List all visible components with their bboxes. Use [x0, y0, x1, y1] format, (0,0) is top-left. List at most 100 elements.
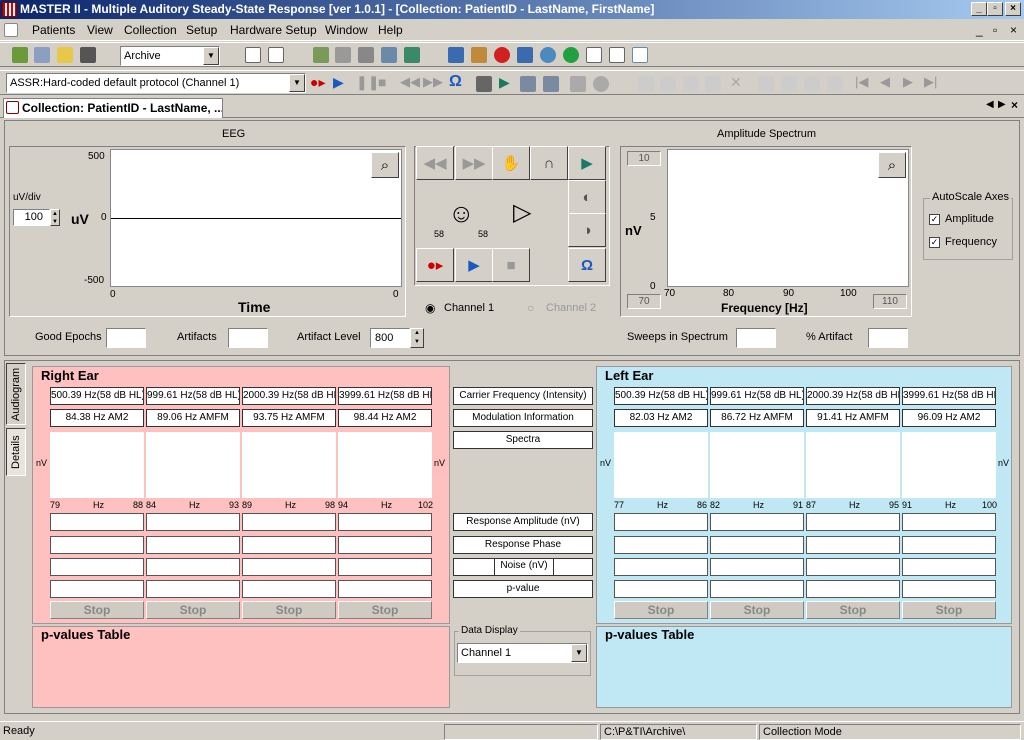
rewind-button[interactable]: ◀◀: [416, 146, 454, 180]
play-icon[interactable]: ▶: [333, 74, 344, 91]
menu-collection[interactable]: Collection: [124, 23, 177, 37]
refresh-icon[interactable]: [593, 76, 609, 92]
tab-close-icon[interactable]: ×: [1011, 98, 1018, 112]
eeg-zoom-icon[interactable]: ⌕: [371, 152, 399, 178]
forward-icon[interactable]: ▶▶: [423, 74, 443, 90]
ear-left-icon[interactable]: [520, 76, 536, 92]
timer-icon[interactable]: [540, 47, 556, 63]
stop-button[interactable]: ■: [492, 248, 530, 282]
ear-right-icon[interactable]: [543, 76, 559, 92]
close-button[interactable]: ×: [1005, 2, 1021, 16]
ear-right-button[interactable]: ◑: [568, 213, 606, 247]
edit-icon[interactable]: [638, 76, 654, 92]
spectrum-x-min-box[interactable]: 70: [627, 294, 661, 309]
tab-audiogram[interactable]: Audiogram: [6, 363, 26, 425]
left-stop-button-4[interactable]: Stop: [902, 601, 996, 619]
spectrum-x-max-box[interactable]: 110: [873, 294, 907, 309]
flag3-icon[interactable]: [804, 76, 820, 92]
check-icon[interactable]: [563, 47, 579, 63]
settings-icon[interactable]: [404, 47, 420, 63]
right-stop-button-3[interactable]: Stop: [242, 601, 336, 619]
protocol-combo[interactable]: ASSR:Hard-coded default protocol (Channe…: [6, 73, 306, 93]
flag4-icon[interactable]: [827, 76, 843, 92]
play-green-icon[interactable]: ▶: [499, 74, 510, 91]
delete-icon[interactable]: ✕: [730, 74, 742, 91]
page-icon[interactable]: [245, 47, 261, 63]
pct-artifact-field[interactable]: [868, 328, 908, 348]
menu-patients[interactable]: Patients: [32, 23, 75, 37]
network-icon[interactable]: [448, 47, 464, 63]
tab-prev-icon[interactable]: ◀: [986, 99, 994, 110]
play-button[interactable]: ▶: [568, 146, 606, 180]
left-stop-button-3[interactable]: Stop: [806, 601, 900, 619]
uv-div-input[interactable]: 100: [13, 209, 50, 226]
archive-combo[interactable]: Archive ▼: [120, 46, 220, 66]
menu-window[interactable]: Window: [325, 23, 368, 37]
last-icon[interactable]: ▶|: [924, 74, 937, 90]
checklist-icon[interactable]: [586, 47, 602, 63]
protocol-icon[interactable]: [471, 47, 487, 63]
folder-icon[interactable]: [57, 47, 73, 63]
ear-left-button[interactable]: ◐: [568, 180, 606, 214]
child-minimize-button[interactable]: _: [976, 23, 983, 37]
forward-button[interactable]: ▶▶: [455, 146, 493, 180]
tab-details[interactable]: Details: [6, 428, 26, 476]
record-button[interactable]: ●▸: [416, 248, 454, 282]
amplitude-checkbox[interactable]: ✓: [929, 214, 940, 225]
report-icon[interactable]: [632, 47, 648, 63]
data-display-combo[interactable]: Channel 1 ▼: [457, 643, 588, 663]
right-stop-button-2[interactable]: Stop: [146, 601, 240, 619]
artifact-level-spinner[interactable]: ▲ ▼: [410, 328, 424, 348]
child-restore-button[interactable]: ▫: [993, 23, 997, 37]
spectrum-y-top[interactable]: 10: [627, 151, 661, 166]
prev-icon[interactable]: ◀: [880, 74, 890, 90]
open-patient-icon[interactable]: [12, 47, 28, 63]
first-icon[interactable]: |◀: [855, 74, 868, 90]
pause-icon[interactable]: ❚❚: [356, 74, 379, 91]
filter-icon[interactable]: [335, 47, 351, 63]
maximize-button[interactable]: ▫: [987, 2, 1003, 16]
stop-icon[interactable]: [494, 47, 510, 63]
link-icon[interactable]: [381, 47, 397, 63]
spectrum-zoom-icon[interactable]: ⌕: [878, 152, 906, 178]
right-stop-button-1[interactable]: Stop: [50, 601, 144, 619]
sweeps-field[interactable]: [736, 328, 776, 348]
menu-hardware-setup[interactable]: Hardware Setup: [230, 23, 317, 37]
child-close-button[interactable]: ×: [1010, 23, 1017, 37]
omega-icon[interactable]: Ω: [449, 73, 462, 91]
headphones-icon[interactable]: [476, 76, 492, 92]
tab-collection[interactable]: Collection: PatientID - LastName, ...: [3, 98, 223, 118]
artifact-level-input[interactable]: 800: [370, 328, 410, 348]
form-icon[interactable]: [609, 47, 625, 63]
save-icon[interactable]: [683, 76, 699, 92]
uv-div-spinner[interactable]: ▲ ▼: [50, 209, 60, 226]
grid-icon[interactable]: [268, 47, 284, 63]
hand-button[interactable]: ✋: [492, 146, 530, 180]
left-stop-button-1[interactable]: Stop: [614, 601, 708, 619]
next-icon[interactable]: ▶: [903, 74, 913, 90]
monitor-icon[interactable]: [358, 47, 374, 63]
channel2-radio[interactable]: ○: [527, 301, 534, 315]
good-epochs-field[interactable]: [106, 328, 146, 348]
tool-icon[interactable]: [313, 47, 329, 63]
headphones-button[interactable]: ∩: [530, 146, 568, 180]
frequency-checkbox[interactable]: ✓: [929, 237, 940, 248]
omega-button[interactable]: Ω: [568, 248, 606, 282]
tab-next-icon[interactable]: ▶: [998, 99, 1006, 110]
hand-icon[interactable]: [570, 76, 586, 92]
print-icon[interactable]: [80, 47, 96, 63]
minimize-button[interactable]: _: [971, 2, 987, 16]
left-stop-button-2[interactable]: Stop: [710, 601, 804, 619]
transfer-icon[interactable]: [517, 47, 533, 63]
menu-setup[interactable]: Setup: [186, 23, 217, 37]
artifacts-field[interactable]: [228, 328, 268, 348]
save-as-icon[interactable]: [705, 76, 721, 92]
record-icon[interactable]: ●▸: [310, 74, 325, 91]
menu-help[interactable]: Help: [378, 23, 403, 37]
right-stop-button-4[interactable]: Stop: [338, 601, 432, 619]
channel1-radio[interactable]: ◉: [425, 301, 435, 315]
flag1-icon[interactable]: [758, 76, 774, 92]
rewind-icon[interactable]: ◀◀: [400, 74, 420, 90]
play-blue-button[interactable]: ▶: [455, 248, 493, 282]
menu-view[interactable]: View: [87, 23, 113, 37]
